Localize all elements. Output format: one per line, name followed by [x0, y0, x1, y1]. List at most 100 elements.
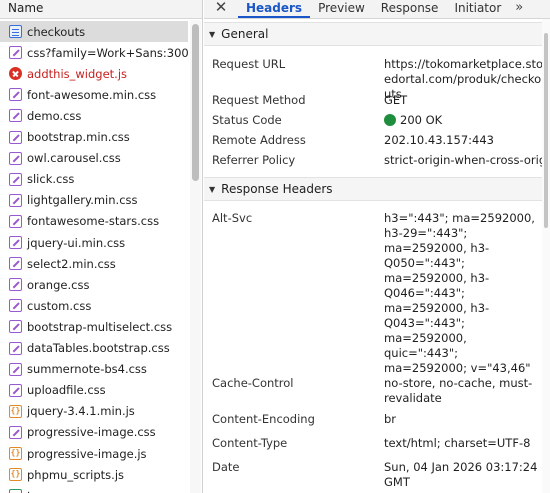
- alt-svc-line: ma=2592000; v="43,46": [384, 361, 531, 375]
- request-name: checkouts: [27, 24, 86, 39]
- more-tabs-chevron-icon[interactable]: »: [509, 0, 523, 18]
- request-row[interactable]: jquery-3.4.1.min.js: [0, 401, 188, 422]
- stylesheet-icon: [9, 278, 22, 292]
- alt-svc-line: ma=2592000, h3-: [384, 301, 490, 315]
- request-method-label: Request Method: [212, 93, 306, 107]
- stylesheet-icon: [9, 362, 22, 376]
- status-code-label: Status Code: [212, 113, 282, 127]
- request-list-scrollbar[interactable]: [190, 20, 201, 493]
- request-row[interactable]: checkouts: [0, 21, 188, 42]
- request-row[interactable]: dataTables.bootstrap.css: [0, 338, 188, 359]
- alt-svc-line: Q050=":443";: [384, 256, 465, 270]
- general-section-header[interactable]: ▼ General: [204, 22, 542, 46]
- stylesheet-icon: [9, 193, 22, 207]
- request-name: custom.css: [27, 298, 92, 313]
- request-name: select2.min.css: [27, 256, 116, 271]
- status-code-text: 200 OK: [400, 113, 443, 127]
- cache-control-line: no-store, no-cache, must-: [384, 376, 533, 390]
- request-row[interactable]: custom.css: [0, 295, 188, 316]
- request-row[interactable]: progressive-image.js: [0, 443, 188, 464]
- tab-response[interactable]: Response: [373, 0, 447, 18]
- response-headers-section-title: Response Headers: [221, 182, 333, 196]
- request-row[interactable]: orange.css: [0, 274, 188, 295]
- stylesheet-icon: [9, 151, 22, 165]
- referrer-policy-label: Referrer Policy: [212, 153, 296, 167]
- request-row[interactable]: fontawesome-stars.css: [0, 211, 188, 232]
- stylesheet-icon: [9, 236, 22, 249]
- caret-down-icon: ▼: [209, 29, 216, 39]
- tab-initiator[interactable]: Initiator: [446, 0, 509, 18]
- request-name: uploadfile.css: [27, 383, 106, 398]
- error-icon: [9, 67, 22, 81]
- request-name: jquery-3.4.1.min.js: [27, 404, 135, 419]
- request-name: dataTables.bootstrap.css: [27, 341, 170, 355]
- remote-address-label: Remote Address: [212, 133, 306, 147]
- request-row[interactable]: lightgallery.min.css: [0, 190, 188, 211]
- close-icon[interactable]: ✕: [204, 0, 238, 18]
- request-row[interactable]: addthis_widget.js: [0, 63, 188, 84]
- details-tabbar: ✕ Headers Preview Response Initiator »: [204, 0, 550, 19]
- request-name: slick.css: [27, 172, 75, 187]
- tab-preview[interactable]: Preview: [310, 0, 373, 18]
- request-row[interactable]: slick.css: [0, 169, 188, 190]
- date-value: Sun, 04 Jan 2026 03:17:24 GMT: [384, 460, 544, 490]
- request-row[interactable]: owl.carousel.css: [0, 148, 188, 169]
- caret-down-icon: ▼: [209, 184, 216, 194]
- request-name: owl.carousel.css: [27, 151, 121, 166]
- name-column-header[interactable]: Name: [0, 0, 202, 19]
- alt-svc-label: Alt-Svc: [212, 211, 253, 225]
- request-row[interactable]: summernote-bs4.css: [0, 359, 188, 380]
- request-name: phpmu_scripts.js: [27, 467, 125, 482]
- alt-svc-line: Q043=":443";: [384, 316, 465, 330]
- request-row[interactable]: select2.min.css: [0, 253, 188, 274]
- request-name: bootstrap.min.css: [27, 130, 130, 144]
- request-row[interactable]: top.png: [0, 485, 188, 493]
- cache-control-value: no-store, no-cache, must- revalidate: [384, 376, 544, 406]
- stylesheet-icon: [9, 46, 22, 60]
- stylesheet-icon: [9, 320, 22, 334]
- request-name: fontawesome-stars.css: [27, 214, 160, 229]
- request-row[interactable]: jquery-ui.min.css: [0, 232, 188, 253]
- request-method-value: GET: [384, 93, 408, 107]
- script-icon: [9, 467, 22, 482]
- details-panel: ✕ Headers Preview Response Initiator » ▼…: [204, 0, 550, 493]
- details-scrollbar-thumb[interactable]: [544, 33, 548, 228]
- content-type-value: text/html; charset=UTF-8: [384, 436, 531, 450]
- response-headers-section-header[interactable]: ▼ Response Headers: [204, 177, 542, 201]
- request-name: top.png: [27, 489, 71, 493]
- request-row[interactable]: demo.css: [0, 105, 188, 126]
- request-list-panel: Name checkouts css?family=Work+Sans:300,.…: [0, 0, 203, 493]
- date-line: Sun, 04 Jan 2026 03:17:24: [384, 460, 538, 474]
- request-row[interactable]: uploadfile.css: [0, 380, 188, 401]
- image-icon: [9, 489, 22, 493]
- request-name: summernote-bs4.css: [27, 362, 147, 377]
- stylesheet-icon: [9, 214, 22, 228]
- request-name: bootstrap-multiselect.css: [27, 319, 173, 334]
- alt-svc-line: h3-29=":443";: [384, 226, 468, 240]
- request-row[interactable]: progressive-image.css: [0, 422, 188, 443]
- request-name: demo.css: [27, 108, 82, 123]
- request-list-scrollbar-thumb[interactable]: [192, 24, 199, 181]
- details-scrollbar[interactable]: [542, 19, 550, 493]
- script-icon: [9, 404, 22, 418]
- request-row[interactable]: bootstrap.min.css: [0, 127, 188, 148]
- content-encoding-value: br: [384, 412, 397, 426]
- alt-svc-line: ma=2592000, h3-: [384, 241, 490, 255]
- request-row[interactable]: font-awesome.min.css: [0, 84, 188, 105]
- stylesheet-icon: [9, 341, 22, 355]
- tab-headers[interactable]: Headers: [238, 0, 311, 18]
- request-name: progressive-image.js: [27, 446, 147, 461]
- cache-control-label: Cache-Control: [212, 376, 294, 390]
- stylesheet-icon: [9, 257, 22, 271]
- content-encoding-label: Content-Encoding: [212, 412, 315, 426]
- request-name: addthis_widget.js: [27, 66, 128, 81]
- content-type-label: Content-Type: [212, 436, 288, 450]
- date-line: GMT: [384, 475, 410, 489]
- request-name: orange.css: [27, 277, 90, 292]
- request-name: jquery-ui.min.css: [27, 235, 126, 250]
- request-row[interactable]: bootstrap-multiselect.css: [0, 316, 188, 337]
- request-row[interactable]: phpmu_scripts.js: [0, 464, 188, 485]
- referrer-policy-value: strict-origin-when-cross-origin: [384, 153, 544, 167]
- request-row[interactable]: css?family=Work+Sans:300,...: [0, 42, 188, 63]
- stylesheet-icon: [9, 172, 22, 186]
